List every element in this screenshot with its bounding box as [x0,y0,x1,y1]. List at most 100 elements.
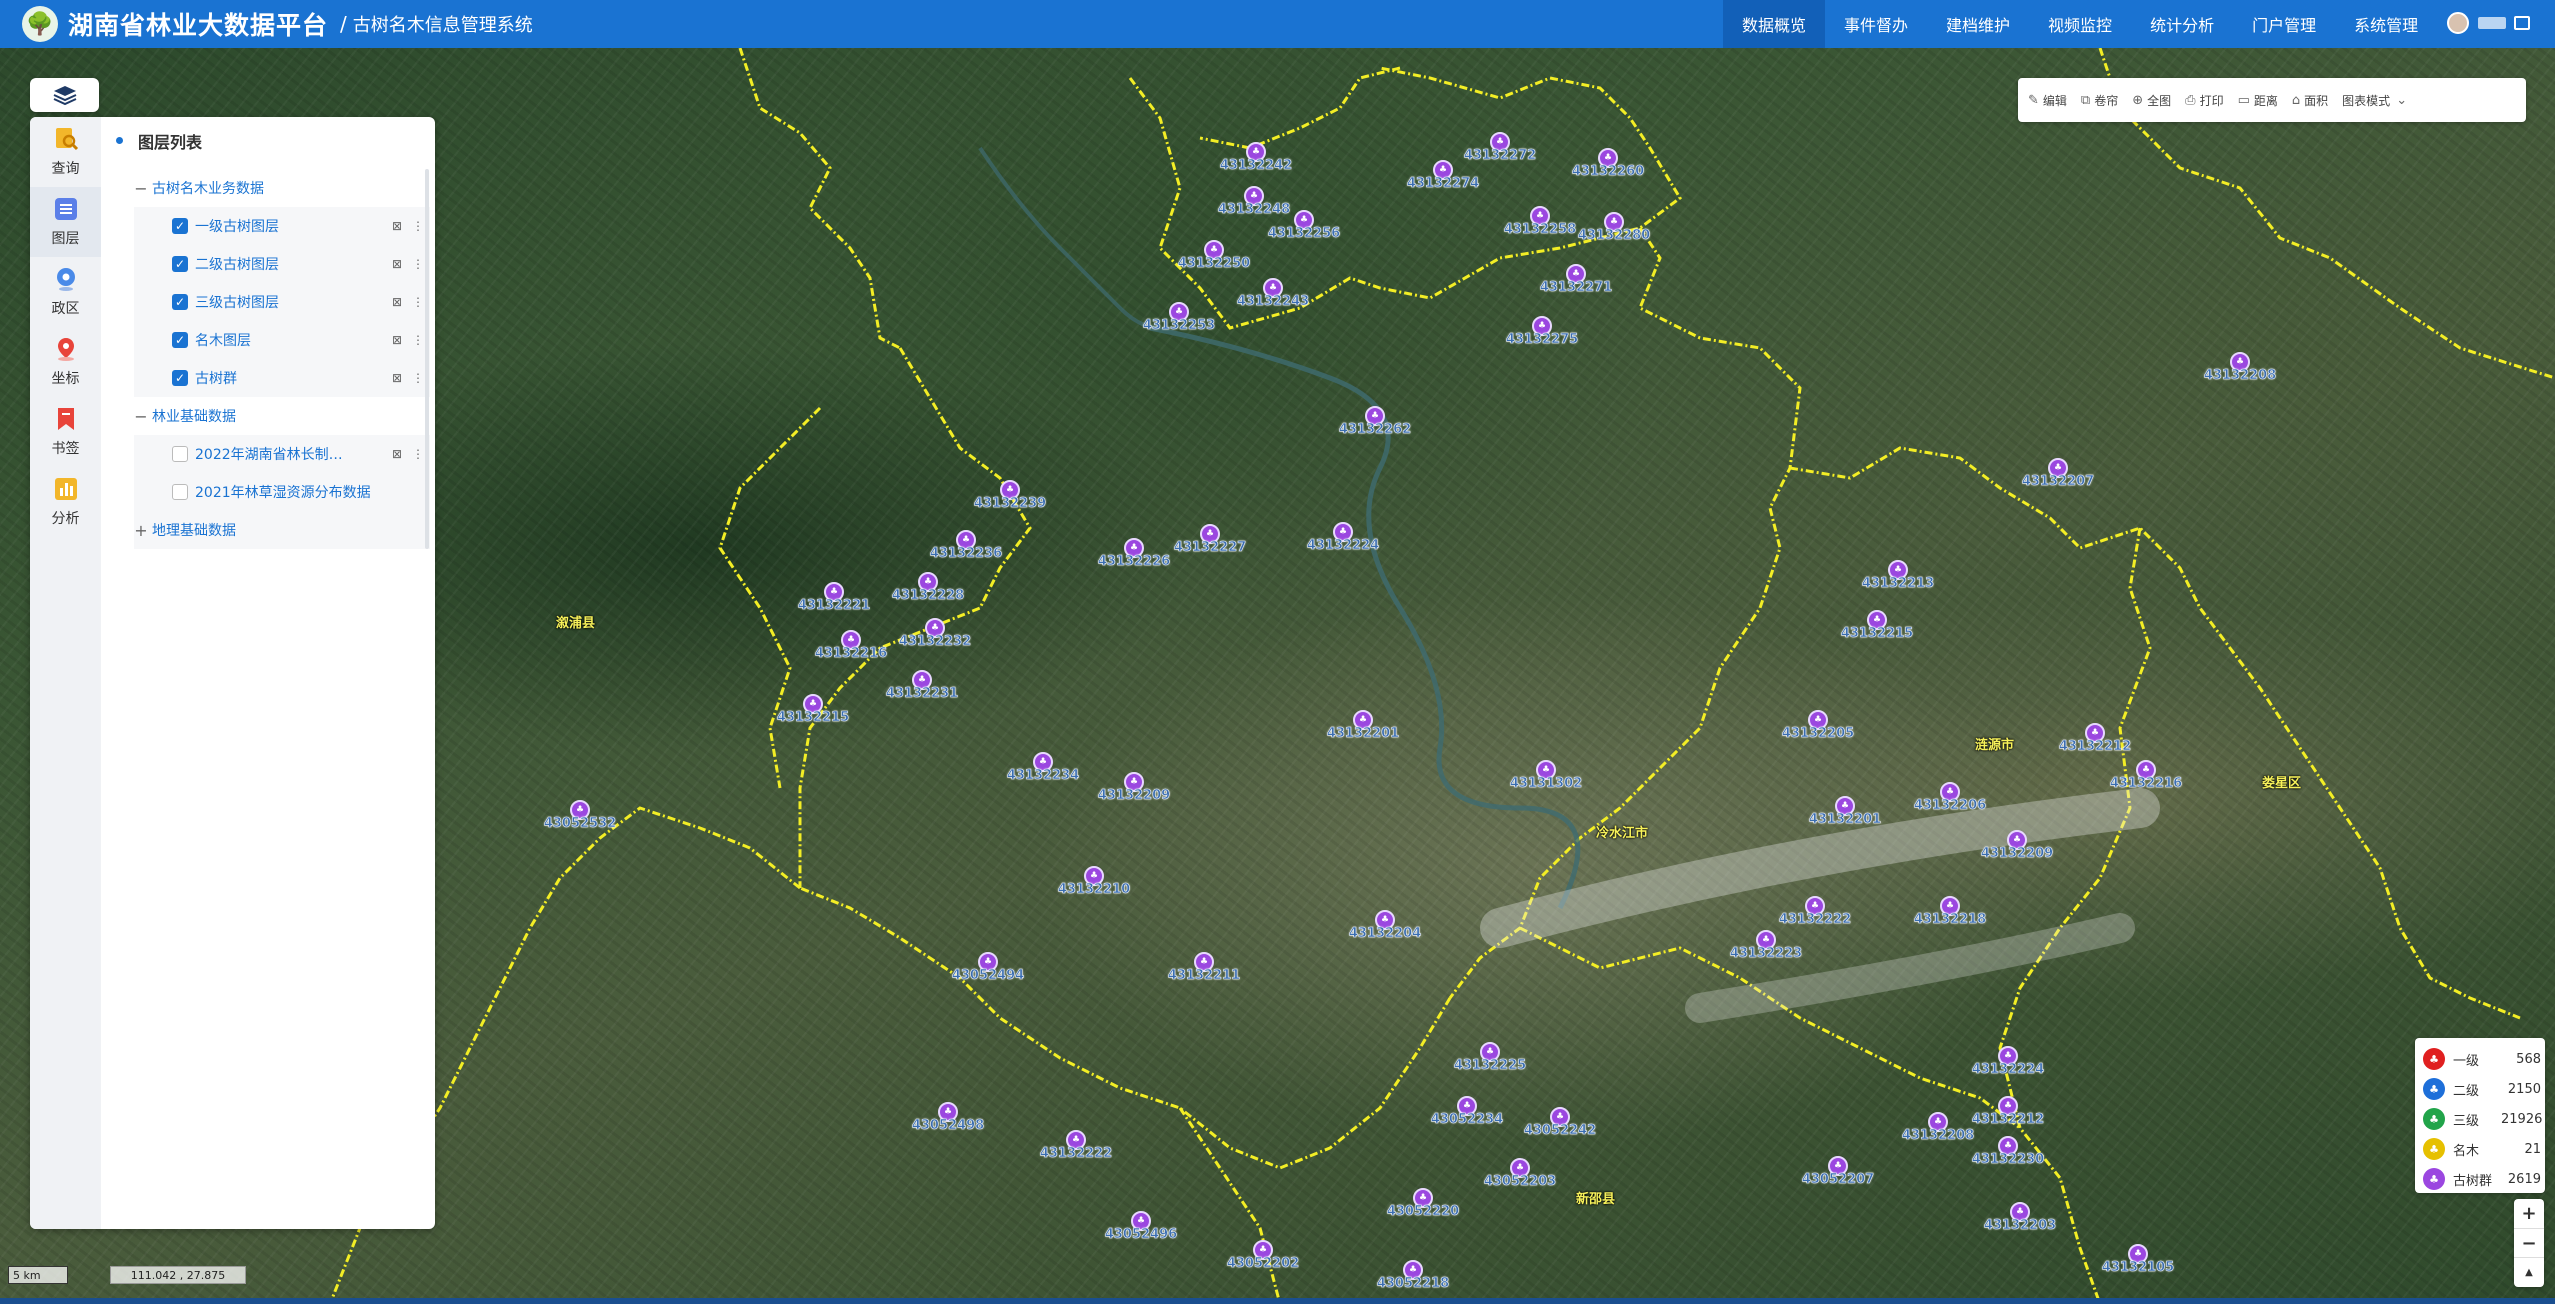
tree-group-marker[interactable]: ♣ 43052234 [1431,1096,1503,1127]
layer-item[interactable]: 2021年林草湿资源分布数据 [134,473,430,511]
nav-archive-maintenance[interactable]: 建档维护 [1927,0,2029,48]
layer-item[interactable]: ✓ 古树群 ⊠ ⋮ [134,359,430,397]
tree-group-marker[interactable]: ♣ 43132231 [886,670,958,701]
rail-item-layers[interactable]: 图层 [30,187,101,257]
rail-item-query[interactable]: 查询 [30,117,101,187]
tree-group-marker[interactable]: ♣ 43132275 [1506,316,1578,347]
layer-zoom-icon[interactable]: ⊠ [392,371,402,385]
layer-checkbox[interactable]: ✓ [172,294,188,310]
user-avatar[interactable] [2447,12,2469,34]
layer-more-icon[interactable]: ⋮ [412,371,424,385]
layer-more-icon[interactable]: ⋮ [412,257,424,271]
nav-portal-management[interactable]: 门户管理 [2233,0,2335,48]
tree-group-marker[interactable]: ♣ 43132225 [1454,1042,1526,1073]
layer-zoom-icon[interactable]: ⊠ [392,333,402,347]
tree-group-marker[interactable]: ♣ 43132201 [1327,710,1399,741]
toolbar-fullmap-button[interactable]: ⊕ 全图 [2132,92,2171,109]
layer-item[interactable]: ✓ 一级古树图层 ⊠ ⋮ [134,207,430,245]
tree-group-marker[interactable]: ♣ 43132213 [1862,560,1934,591]
tree-group-marker[interactable]: ♣ 43052494 [952,952,1024,983]
toolbar-swipe-button[interactable]: ⧉ 卷帘 [2081,92,2118,109]
tree-group-marker[interactable]: ♣ 43132260 [1572,148,1644,179]
tree-group-marker[interactable]: ♣ 43132271 [1540,264,1612,295]
toolbar-print-button[interactable]: ⎙ 打印 [2185,92,2223,109]
tree-group-marker[interactable]: ♣ 43132224 [1307,522,1379,553]
tree-group-marker[interactable]: ♣ 43132222 [1779,896,1851,927]
tree-group-marker[interactable]: ♣ 43132223 [1730,930,1802,961]
tree-group-marker[interactable]: ♣ 43132201 [1809,796,1881,827]
layer-group-ancient-tree[interactable]: − 古树名木业务数据 [134,169,430,207]
tree-group-marker[interactable]: ♣ 43131302 [1510,760,1582,791]
tree-group-marker[interactable]: ♣ 43132208 [2204,352,2276,383]
tree-group-marker[interactable]: ♣ 43132218 [1914,896,1986,927]
tree-group-marker[interactable]: ♣ 43132232 [899,618,971,649]
layer-item[interactable]: ✓ 二级古树图层 ⊠ ⋮ [134,245,430,283]
tree-group-marker[interactable]: ♣ 43132212 [2059,723,2131,754]
tree-group-marker[interactable]: ♣ 43132280 [1578,212,1650,243]
collapse-toggle[interactable]: − [134,179,148,198]
tree-group-marker[interactable]: ♣ 43052207 [1802,1156,1874,1187]
layer-item[interactable]: ✓ 三级古树图层 ⊠ ⋮ [134,283,430,321]
tree-group-marker[interactable]: ♣ 43132221 [798,582,870,613]
nav-event-supervision[interactable]: 事件督办 [1825,0,1927,48]
user-name-redacted[interactable] [2478,17,2506,29]
toolbar-edit-button[interactable]: ✎ 编辑 [2028,92,2067,109]
tree-group-marker[interactable]: ♣ 43132224 [1972,1046,2044,1077]
layer-more-icon[interactable]: ⋮ [412,295,424,309]
zoom-out-button[interactable]: − [2514,1229,2544,1259]
tree-group-marker[interactable]: ♣ 43132210 [1058,866,1130,897]
toolbar-mode-dropdown[interactable]: 图表模式 ⌄ [2342,92,2411,109]
tree-group-marker[interactable]: ♣ 43132274 [1407,160,1479,191]
layer-checkbox[interactable]: ✓ [172,332,188,348]
layer-checkbox[interactable] [172,484,188,500]
expand-toggle[interactable]: + [134,521,148,540]
tree-group-marker[interactable]: ♣ 43052203 [1484,1158,1556,1189]
tree-group-marker[interactable]: ♣ 43052532 [544,800,616,831]
tree-group-marker[interactable]: ♣ 43132204 [1349,910,1421,941]
layer-more-icon[interactable]: ⋮ [412,333,424,347]
toolbar-area-button[interactable]: ⌂ 面积 [2292,92,2328,109]
layer-panel-toggle-button[interactable] [30,78,99,112]
tree-group-marker[interactable]: ♣ 43132215 [777,694,849,725]
tree-group-marker[interactable]: ♣ 43132209 [1098,772,1170,803]
tree-group-marker[interactable]: ♣ 43132230 [1972,1136,2044,1167]
tree-group-marker[interactable]: ♣ 43132211 [1168,952,1240,983]
tree-group-marker[interactable]: ♣ 43132205 [1782,710,1854,741]
tree-group-marker[interactable]: ♣ 43132203 [1984,1202,2056,1233]
tree-group-marker[interactable]: ♣ 43132105 [2102,1244,2174,1275]
tree-group-marker[interactable]: ♣ 43132242 [1220,142,1292,173]
tree-group-marker[interactable]: ♣ 43132226 [1098,538,1170,569]
layer-more-icon[interactable]: ⋮ [412,219,424,233]
tree-group-marker[interactable]: ♣ 43132222 [1040,1130,1112,1161]
tree-group-marker[interactable]: ♣ 43052220 [1387,1188,1459,1219]
tree-group-marker[interactable]: ♣ 43132227 [1174,524,1246,555]
tree-group-marker[interactable]: ♣ 43132272 [1464,132,1536,163]
tree-group-marker[interactable]: ♣ 43132208 [1902,1112,1974,1143]
tree-group-marker[interactable]: ♣ 43132262 [1339,406,1411,437]
layer-item[interactable]: 2022年湖南省林长制… ⊠ ⋮ [134,435,430,473]
toolbar-distance-button[interactable]: ▭ 距离 [2238,92,2278,109]
tree-group-marker[interactable]: ♣ 43132236 [930,530,1002,561]
tree-group-marker[interactable]: ♣ 43052496 [1105,1211,1177,1242]
layer-more-icon[interactable]: ⋮ [412,447,424,461]
rail-item-bookmark[interactable]: 书签 [30,397,101,467]
collapse-toggle[interactable]: − [134,407,148,426]
tree-group-marker[interactable]: ♣ 43132207 [2022,458,2094,489]
reset-north-button[interactable]: ▲ [2514,1258,2544,1287]
layer-group-forestry-base[interactable]: − 林业基础数据 [134,397,430,435]
tree-group-marker[interactable]: ♣ 43132216 [815,630,887,661]
tree-group-marker[interactable]: ♣ 43132216 [2110,760,2182,791]
layer-zoom-icon[interactable]: ⊠ [392,219,402,233]
tree-group-marker[interactable]: ♣ 43132239 [974,480,1046,511]
tree-group-marker[interactable]: ♣ 43132234 [1007,752,1079,783]
rail-item-region[interactable]: 政区 [30,257,101,327]
tree-group-marker[interactable]: ♣ 43132248 [1218,186,1290,217]
rail-item-coordinate[interactable]: 坐标 [30,327,101,397]
zoom-in-button[interactable]: + [2514,1199,2544,1229]
nav-system-management[interactable]: 系统管理 [2335,0,2437,48]
tree-group-marker[interactable]: ♣ 43132215 [1841,610,1913,641]
layer-checkbox[interactable]: ✓ [172,370,188,386]
nav-data-overview[interactable]: 数据概览 [1723,0,1826,48]
tree-group-marker[interactable]: ♣ 43132258 [1504,206,1576,237]
tree-group-marker[interactable]: ♣ 43132212 [1972,1096,2044,1127]
